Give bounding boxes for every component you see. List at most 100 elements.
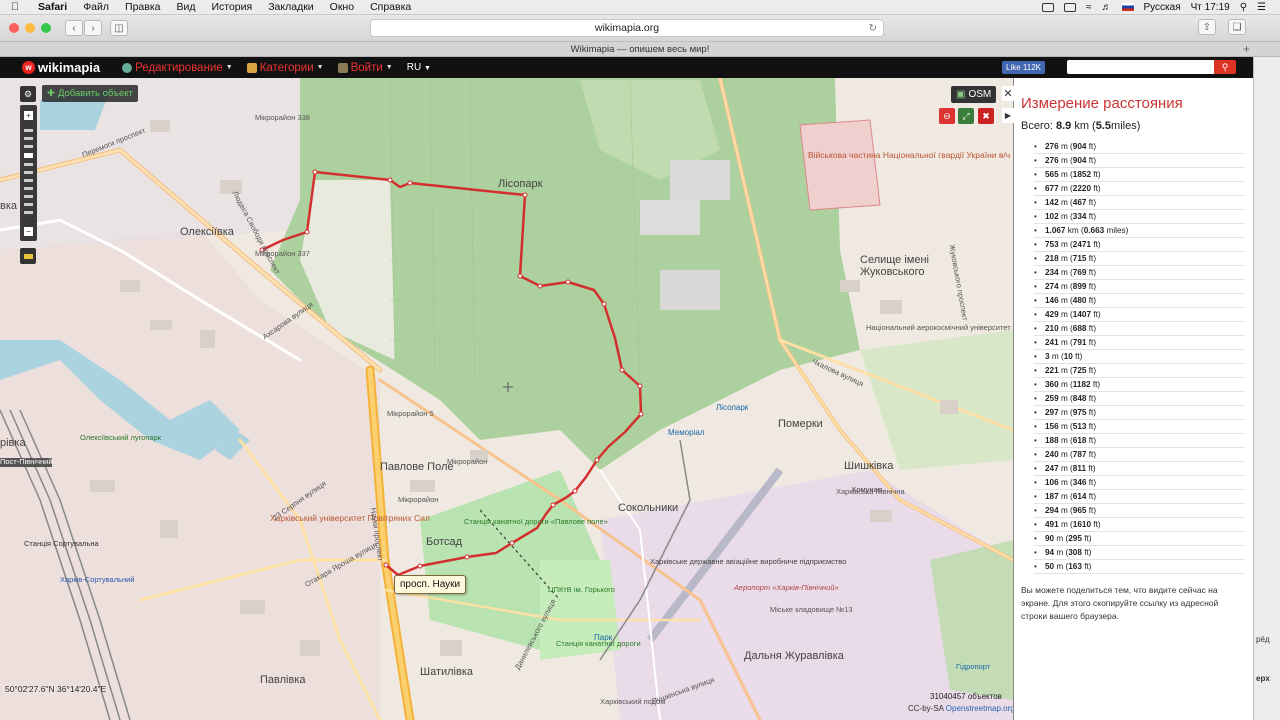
segment-item: 240 m (787 ft) [1034,448,1245,462]
segment-unit: m [1056,534,1064,543]
segment-alt-value: 0.663 [1083,226,1105,235]
menu-bookmarks[interactable]: Закладки [260,1,321,13]
segment-value: 677 [1045,184,1059,193]
settings-icon[interactable]: ⚙ [20,86,36,102]
panel-title: Измерение расстояния [1021,95,1183,112]
zoom-in-icon[interactable]: + [24,111,33,120]
measure-stop-icon[interactable]: ⊖ [939,108,955,124]
nav-login[interactable]: Войти ▼ [337,62,393,74]
search-input[interactable] [1067,60,1215,74]
segment-value: 247 [1045,464,1059,473]
caret-down-icon: ▼ [316,64,324,71]
map-label-airport: Аеропорт «Харків-Північний» [734,583,839,593]
segment-alt-value: 715 [1072,254,1087,263]
cloud-icon[interactable] [1042,2,1054,12]
sidebar-icon[interactable]: ◫ [110,20,128,36]
reload-icon[interactable]: ↻ [869,23,877,34]
segment-alt-value: 1182 [1072,380,1091,389]
zoom-handle[interactable] [24,153,33,158]
segment-alt-value: 791 [1072,338,1087,347]
share-icon[interactable]: ⇧ [1198,19,1216,35]
back-icon[interactable]: ‹ [65,20,83,36]
segment-value: 276 [1045,142,1059,151]
segment-alt-unit: ft [1088,366,1094,375]
map-label-pomerky: Померки [778,418,823,430]
segment-alt-unit: ft [1093,520,1098,529]
map-label-vka: вка [0,200,18,212]
zoom-tick [24,211,33,214]
tab-title[interactable]: Wikimapia — опишем весь мир! [571,44,710,55]
map-label-oleksiivsky-lugopark: Олексіївський лугопарк [80,433,162,442]
address-bar[interactable]: wikimapia.org ↻ [370,19,884,37]
spotlight-icon[interactable]: ⚲ [1240,2,1247,13]
map-label-stantsiya-sort: Станція Сортувальна [24,539,99,548]
layer-label: OSM [968,89,992,100]
segment-alt-unit: ft [1088,198,1094,207]
segment-unit: m [1056,562,1064,571]
menu-view[interactable]: Вид [168,1,203,13]
share-note: Вы можете поделиться тем, что видите сей… [1021,585,1219,621]
segment-item: 187 m (614 ft) [1034,490,1245,504]
map-label-kharkiv-sort: Харків-Сортувальний [60,575,135,584]
search-button[interactable]: ⚲ [1214,60,1236,74]
nav-editing[interactable]: Редактирование ▼ [122,62,233,74]
map-label-shyshkivka: Шишківка [844,460,894,472]
menu-window[interactable]: Окно [322,1,362,13]
wifi-icon[interactable]: ≈ [1086,2,1092,13]
ruler-icon[interactable] [20,248,36,264]
map-label-mikroraion-b: Мікрорайон [398,495,439,504]
facebook-like-button[interactable]: Like 112K [1002,61,1045,74]
measure-zoom-fit-icon[interactable]: ⤢ [958,108,974,124]
segment-alt-unit: ft [1088,212,1094,221]
close-panel-icon[interactable]: ✕ [1002,86,1014,101]
language-select[interactable]: RU ▼ [407,62,431,73]
segment-unit: m [1060,394,1068,403]
menu-history[interactable]: История [203,1,260,13]
minimize-window-icon[interactable] [25,23,35,33]
close-window-icon[interactable] [9,23,19,33]
segment-item: 259 m (848 ft) [1034,392,1245,406]
menu-file[interactable]: Файл [75,1,117,13]
collapse-panel-icon[interactable]: ▶ [1002,108,1014,123]
segment-unit: m [1060,142,1068,151]
clock[interactable]: Чт 17:19 [1191,2,1230,13]
segment-list: 276 m (904 ft)276 m (904 ft)565 m (1852 … [1034,140,1245,574]
segment-alt-value: 688 [1072,324,1087,333]
segment-alt-unit: ft [1088,142,1094,151]
segment-alt-unit: ft [1088,338,1094,347]
segment-item: 106 m (346 ft) [1034,476,1245,490]
layer-switch-osm[interactable]: ▣ OSM [951,86,997,103]
input-source[interactable]: Русская [1144,2,1181,13]
menu-edit[interactable]: Правка [117,1,168,13]
menu-help[interactable]: Справка [362,1,419,13]
wikimapia-logo[interactable]: w wikimapia [0,60,100,75]
categories-icon [246,62,257,73]
map-label-pavlove-pole: Павлове Поле [380,461,454,473]
new-tab-icon[interactable]: + [1243,42,1250,56]
ruler-glyph [23,253,33,259]
nav-categories[interactable]: Категории ▼ [246,62,324,74]
copyright-link[interactable]: Openstreetmap.org [946,704,1015,713]
add-object-button[interactable]: ✚ Добавить объект [42,85,138,102]
segment-unit: m [1060,338,1068,347]
zoom-tick [24,137,33,140]
measure-clear-icon[interactable]: ✖ [978,108,994,124]
segment-unit: km [1067,226,1079,235]
map-label-mikroraion338: Мікрорайон 338 [255,113,310,122]
segment-value: 429 [1045,310,1059,319]
forward-icon[interactable]: › [84,20,102,36]
apple-menu-icon[interactable]:  [0,1,30,13]
menu-app-safari[interactable]: Safari [30,1,75,13]
segment-unit: m [1060,492,1068,501]
zoom-window-icon[interactable] [41,23,51,33]
volume-icon[interactable]: ♬ [1102,2,1112,13]
time-machine-icon[interactable] [1064,2,1076,12]
tabs-overview-icon[interactable]: ❏ [1228,19,1246,35]
segment-alt-unit: ft [1088,156,1094,165]
segment-alt-unit: miles [1106,226,1126,235]
map-label-mikroraion5: Мікрорайон 5 [387,409,434,418]
zoom-out-icon[interactable]: − [24,227,33,236]
menu-list-icon[interactable]: ☰ [1257,2,1266,13]
map-canvas[interactable]: Лісопарк Мікрорайон 338 Олексіївка Мікро… [0,78,1013,720]
zoom-slider[interactable]: + − [20,105,37,241]
